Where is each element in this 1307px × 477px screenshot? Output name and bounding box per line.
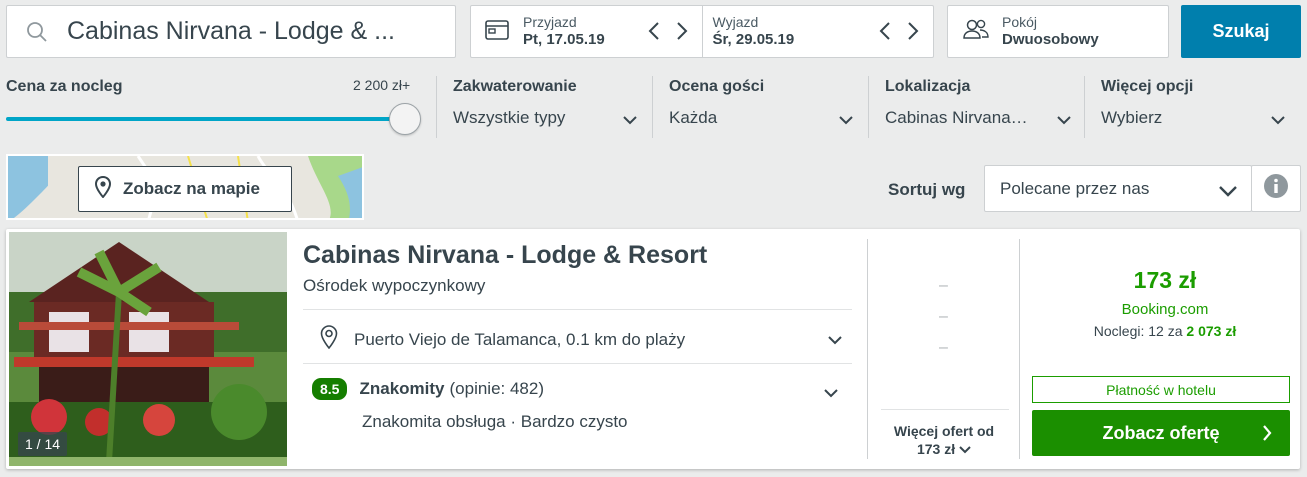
filter-more[interactable]: Więcej opcji Wybierz — [1084, 76, 1300, 138]
location-pin-icon — [320, 325, 338, 354]
rating-row[interactable]: 8.5 Znakomity (opinie: 482) — [312, 378, 852, 400]
checkout-next-icon[interactable] — [907, 21, 919, 46]
filter-bar: Cena za nocleg 2 200 zł+ Zakwaterowanie … — [0, 68, 1307, 150]
offer-placeholder: – — [939, 308, 948, 325]
filter-rating[interactable]: Ocena gości Każda — [652, 76, 868, 138]
destination-text: Cabinas Nirvana - Lodge & ... — [67, 17, 395, 45]
checkin-next-icon[interactable] — [676, 21, 688, 46]
chevron-down-icon — [839, 112, 853, 130]
hotel-result-card: 1 / 14 Cabinas Nirvana - Lodge & Resort … — [6, 229, 1300, 469]
nights-total-price: 2 073 zł — [1186, 323, 1237, 339]
sort-select[interactable]: Polecane przez nas — [984, 165, 1252, 212]
price-slider-handle[interactable] — [389, 103, 421, 135]
calendar-icon — [485, 18, 509, 45]
chevron-down-icon — [824, 383, 838, 403]
room-label: Pokój — [1002, 14, 1038, 30]
divider — [867, 239, 868, 459]
date-picker: Przyjazd Pt, 17.05.19 Wyjazd Śr, 29.05.1… — [470, 5, 934, 58]
show-map-label: Zobacz na mapie — [123, 179, 260, 198]
location-row[interactable]: Puerto Viejo de Talamanca, 0.1 km do pla… — [316, 325, 852, 354]
checkin-label: Przyjazd — [523, 14, 577, 30]
checkin-field[interactable]: Przyjazd Pt, 17.05.19 — [471, 6, 702, 57]
users-icon — [962, 18, 990, 45]
hotel-type: Ośrodek wypoczynkowy — [303, 276, 486, 295]
nights-prefix: Noclegi: 12 za — [1093, 323, 1183, 339]
chevron-down-icon — [1057, 112, 1071, 130]
filter-accommodation-label: Zakwaterowanie — [453, 78, 577, 95]
nights-total: Noclegi: 12 za 2 073 zł — [1030, 323, 1300, 339]
room-value: Dwuosobowy — [1002, 31, 1099, 48]
checkout-value: Śr, 29.05.19 — [712, 31, 795, 48]
search-icon — [7, 21, 67, 43]
chevron-down-icon — [959, 441, 971, 457]
price-filter-label: Cena za nocleg — [6, 78, 123, 95]
divider — [1019, 239, 1020, 459]
pay-at-hotel-badge: Płatność w hotelu — [1032, 376, 1290, 403]
rating-word: Znakomity — [359, 379, 445, 398]
divider — [303, 363, 852, 364]
rating-badge: 8.5 — [312, 378, 348, 400]
map-pin-icon — [94, 175, 112, 203]
view-offer-label: Zobacz ofertę — [1102, 422, 1220, 443]
checkin-value: Pt, 17.05.19 — [523, 31, 605, 48]
info-icon — [1263, 173, 1289, 204]
more-offers-link[interactable]: Więcej ofert od 173 zł — [879, 422, 1009, 458]
destination-input[interactable]: Cabinas Nirvana - Lodge & ... — [6, 5, 456, 58]
checkout-label: Wyjazd — [712, 14, 759, 30]
offer-placeholder: – — [939, 339, 948, 356]
filter-more-label: Więcej opcji — [1101, 78, 1194, 95]
filter-location[interactable]: Lokalizacja Cabinas Nirvana… — [868, 76, 1084, 138]
filter-accommodation[interactable]: Zakwaterowanie Wszystkie typy — [436, 76, 652, 138]
photo-counter: 1 / 14 — [18, 432, 68, 456]
filter-location-value: Cabinas Nirvana… — [885, 108, 1028, 127]
filter-rating-label: Ocena gości — [669, 78, 765, 95]
more-offers-line1: Więcej ofert od — [893, 423, 995, 439]
price-slider-track[interactable] — [6, 117, 406, 121]
chevron-right-icon — [1262, 425, 1272, 446]
view-offer-button[interactable]: Zobacz ofertę — [1032, 410, 1290, 456]
price-filter-max: 2 200 zł+ — [353, 77, 411, 93]
best-price[interactable]: 173 zł — [1030, 267, 1300, 294]
hotel-photo[interactable]: 1 / 14 — [9, 232, 287, 466]
sort-info-button[interactable] — [1251, 165, 1301, 212]
offer-placeholder: – — [939, 277, 948, 294]
chevron-down-icon — [623, 112, 637, 130]
divider — [303, 309, 852, 310]
room-selector[interactable]: Pokój Dwuosobowy — [947, 5, 1169, 58]
search-button[interactable]: Szukaj — [1181, 5, 1301, 58]
hotel-photo-image — [9, 232, 287, 466]
filter-location-label: Lokalizacja — [885, 78, 971, 95]
more-offers-price: 173 zł — [916, 441, 956, 457]
divider — [881, 409, 1009, 410]
search-bar: Cabinas Nirvana - Lodge & ... Przyjazd P… — [0, 0, 1307, 68]
sort-value: Polecane przez nas — [1000, 178, 1150, 198]
sort-label: Sortuj wg — [888, 180, 966, 199]
chevron-down-icon — [1219, 182, 1237, 202]
show-map-button[interactable]: Zobacz na mapie — [78, 166, 292, 212]
hotel-name[interactable]: Cabinas Nirvana - Lodge & Resort — [303, 241, 707, 270]
rating-highlights: Znakomita obsługa · Bardzo czysto — [362, 412, 628, 431]
location-text: Puerto Viejo de Talamanca, 0.1 km do pla… — [354, 329, 686, 349]
checkout-prev-icon[interactable] — [879, 21, 891, 46]
checkin-prev-icon[interactable] — [648, 21, 660, 46]
checkout-field[interactable]: Wyjazd Śr, 29.05.19 — [701, 6, 934, 57]
rating-count: (opinie: 482) — [449, 379, 545, 398]
chevron-down-icon — [1271, 112, 1285, 130]
chevron-down-icon — [828, 330, 842, 350]
price-provider[interactable]: Booking.com — [1030, 301, 1300, 318]
